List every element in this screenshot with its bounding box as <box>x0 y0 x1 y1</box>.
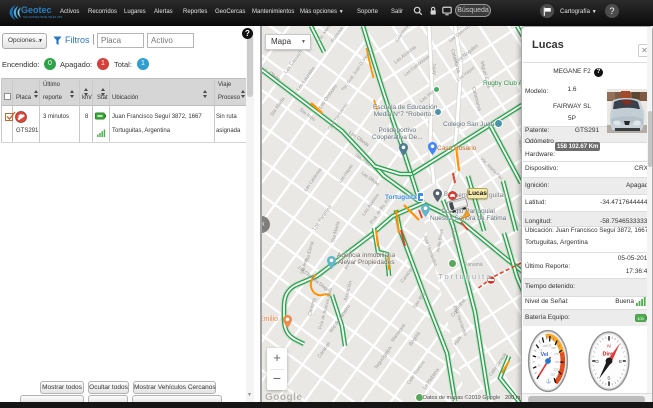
svg-text:150: 150 <box>551 346 556 350</box>
svg-text:175: 175 <box>554 352 559 356</box>
svg-text:225: 225 <box>554 367 559 371</box>
svg-text:⚓: ⚓ <box>546 378 552 384</box>
svg-text:100: 100 <box>637 316 644 321</box>
svg-text:200: 200 <box>555 360 560 364</box>
svg-text:Vel: Vel <box>541 352 549 358</box>
svg-text:E: E <box>619 359 622 365</box>
svg-text:250: 250 <box>550 373 555 377</box>
svg-text:N: N <box>607 344 611 350</box>
svg-text:O: O <box>595 359 599 365</box>
svg-text:S: S <box>607 376 610 382</box>
